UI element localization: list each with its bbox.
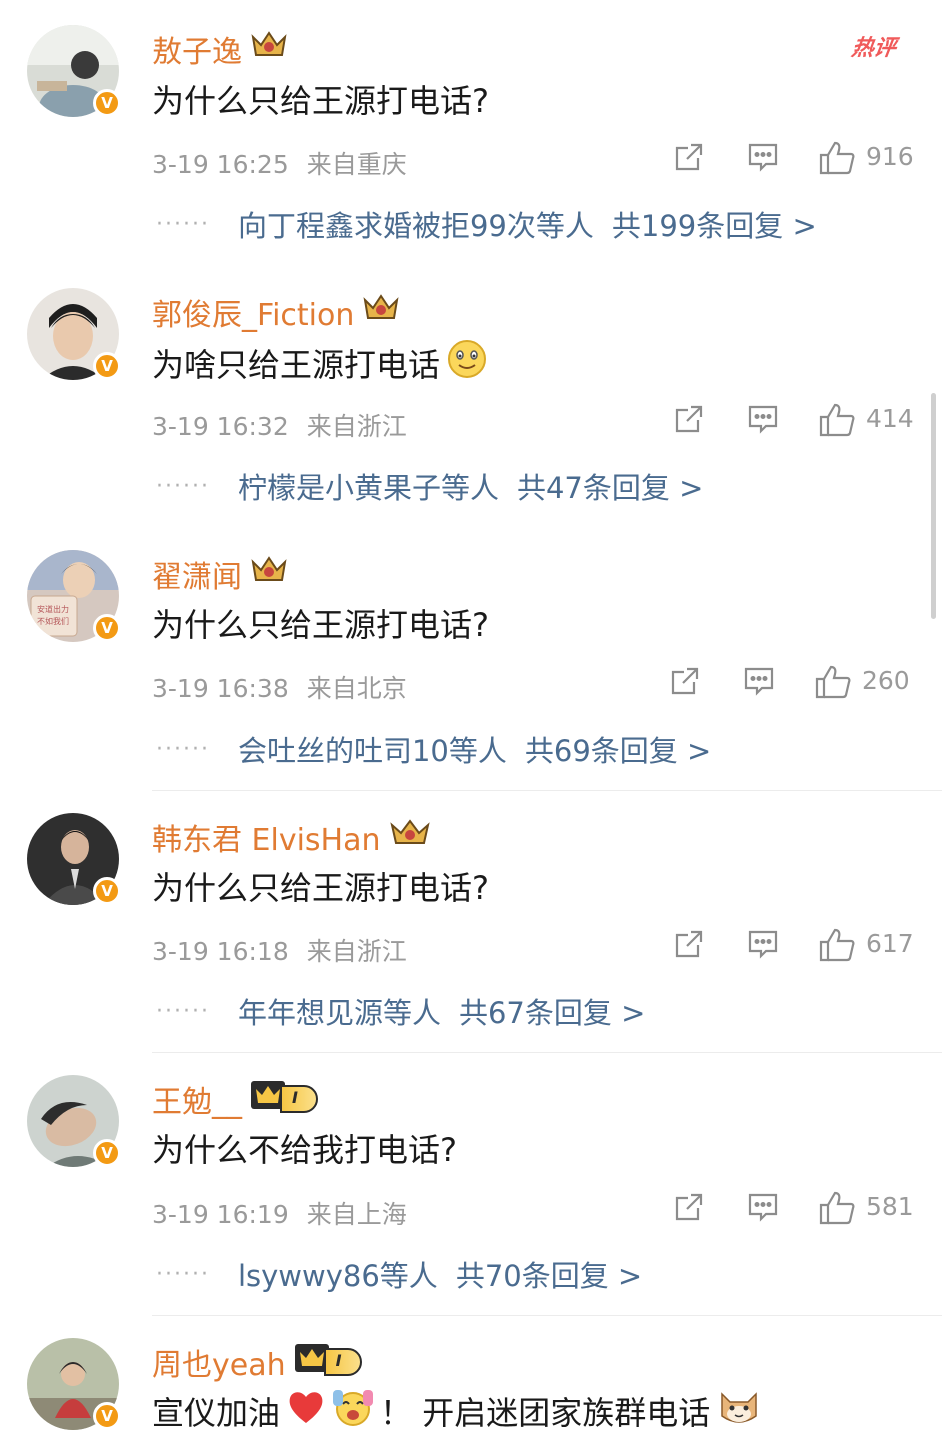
ellipsis: ······	[156, 473, 210, 499]
username[interactable]: 王勉__ I	[152, 1077, 318, 1121]
comment-icon[interactable]	[746, 1190, 780, 1228]
share-icon[interactable]	[672, 1190, 706, 1228]
location: 来自上海	[306, 1200, 407, 1229]
action-bar: 581	[668, 1190, 918, 1230]
divider	[152, 1052, 942, 1053]
comment-meta: 3-19 16:18 来自浙江	[152, 932, 407, 968]
crown-icon	[250, 29, 288, 69]
ellipsis: ······	[156, 736, 210, 762]
action-bar: 260	[664, 664, 914, 704]
comment-icon[interactable]	[742, 664, 776, 702]
thumbs-up-icon[interactable]	[818, 402, 856, 442]
reply-summary-link[interactable]: ······ lsywwy86等人 共70条回复 >	[156, 1253, 642, 1295]
avatar[interactable]: V	[27, 813, 121, 905]
level-label: I	[323, 1348, 362, 1376]
scrollbar[interactable]	[931, 393, 936, 619]
avatar[interactable]: V	[27, 1338, 121, 1430]
timestamp: 3-19 16:38	[152, 674, 289, 703]
verified-badge: V	[93, 1139, 121, 1167]
location: 来自北京	[306, 674, 407, 703]
like-count: 260	[862, 666, 910, 695]
crown-icon	[362, 292, 400, 332]
like-count: 617	[866, 929, 914, 958]
comment-meta: 3-19 16:38 来自北京	[152, 669, 407, 705]
reply-summary-link[interactable]: ······ 向丁程鑫求婚被拒99次等人 共199条回复 >	[156, 203, 817, 245]
hot-comment-tag: 热评	[849, 36, 898, 61]
thumbs-up-icon[interactable]	[818, 927, 856, 967]
comment-icon[interactable]	[746, 140, 780, 178]
comment-feed: 热评 V 敖子逸 为什么只给王源打电话? 3-19 16:25 来自重庆 916…	[0, 0, 942, 1456]
cheering-emoji-icon	[332, 1386, 374, 1436]
cat-emoji-icon	[716, 1386, 762, 1436]
thumbs-up-icon[interactable]	[818, 1190, 856, 1230]
comment-meta: 3-19 16:32 来自浙江	[152, 407, 407, 443]
action-bar: 414	[668, 402, 918, 442]
comment-text: 为什么只给王源打电话?	[152, 869, 489, 907]
share-icon[interactable]	[668, 664, 702, 702]
share-icon[interactable]	[672, 140, 706, 178]
verified-badge: V	[93, 614, 121, 642]
share-icon[interactable]	[672, 402, 706, 440]
timestamp: 3-19 16:25	[152, 150, 289, 179]
like-count: 414	[866, 404, 914, 433]
reply-summary-link[interactable]: ······ 年年想见源等人 共67条回复 >	[156, 990, 645, 1032]
divider	[152, 1315, 942, 1316]
comment-meta: 3-19 16:25 来自重庆	[152, 145, 407, 181]
verified-badge: V	[93, 877, 121, 905]
like-count: 916	[866, 142, 914, 171]
level-label: I	[280, 1085, 318, 1113]
verified-badge: V	[93, 352, 121, 380]
crown-icon	[250, 554, 288, 594]
comment-icon[interactable]	[746, 927, 780, 965]
username[interactable]: 翟潇闻	[152, 552, 288, 596]
username[interactable]: 郭俊辰_Fiction	[152, 290, 400, 334]
thumbs-up-icon[interactable]	[818, 140, 856, 180]
timestamp: 3-19 16:18	[152, 937, 289, 966]
comment-icon[interactable]	[746, 402, 780, 440]
member-level-badge: I	[294, 1344, 362, 1377]
reply-summary-link[interactable]: ······ 柠檬是小黄果子等人 共47条回复 >	[156, 465, 703, 507]
thumbs-up-icon[interactable]	[814, 664, 852, 704]
action-bar: 617	[668, 927, 918, 967]
comment-text: 为啥只给王源打电话	[152, 338, 488, 388]
avatar[interactable]: V	[27, 288, 121, 380]
share-icon[interactable]	[672, 927, 706, 965]
username[interactable]: 敖子逸	[152, 27, 288, 71]
comment-text: 为什么只给王源打电话?	[152, 606, 489, 644]
timestamp: 3-19 16:32	[152, 412, 289, 441]
smile-emoji-icon	[446, 338, 488, 388]
ellipsis: ······	[156, 211, 210, 237]
username[interactable]: 韩东君 ElvisHan	[152, 815, 431, 859]
verified-badge: V	[93, 89, 121, 117]
location: 来自浙江	[306, 937, 407, 966]
username[interactable]: 周也yeah I	[152, 1340, 362, 1384]
heart-emoji-icon	[286, 1388, 326, 1434]
comment-text: 为什么只给王源打电话?	[152, 82, 489, 120]
like-count: 581	[866, 1192, 914, 1221]
action-bar: 916	[668, 140, 918, 180]
comment-meta: 3-19 16:19 来自上海	[152, 1195, 407, 1231]
ellipsis: ······	[156, 998, 210, 1024]
svg-text:不如我们: 不如我们	[37, 616, 69, 626]
comment-text: 宣仪加油 ！ 开启迷团家族群电话	[152, 1386, 762, 1436]
divider	[152, 790, 942, 791]
location: 来自浙江	[306, 412, 407, 441]
reply-summary-link[interactable]: ······ 会吐丝的吐司10等人 共69条回复 >	[156, 728, 711, 770]
member-level-badge: I	[250, 1081, 318, 1114]
timestamp: 3-19 16:19	[152, 1200, 289, 1229]
avatar[interactable]: 安道出力 不如我们 V	[27, 550, 121, 642]
location: 来自重庆	[306, 150, 407, 179]
avatar[interactable]: V	[27, 25, 121, 117]
ellipsis: ······	[156, 1261, 210, 1287]
avatar[interactable]: V	[27, 1075, 121, 1167]
verified-badge: V	[93, 1402, 121, 1430]
svg-text:安道出力: 安道出力	[37, 604, 69, 614]
crown-icon	[389, 817, 431, 857]
comment-text: 为什么不给我打电话?	[152, 1131, 457, 1169]
